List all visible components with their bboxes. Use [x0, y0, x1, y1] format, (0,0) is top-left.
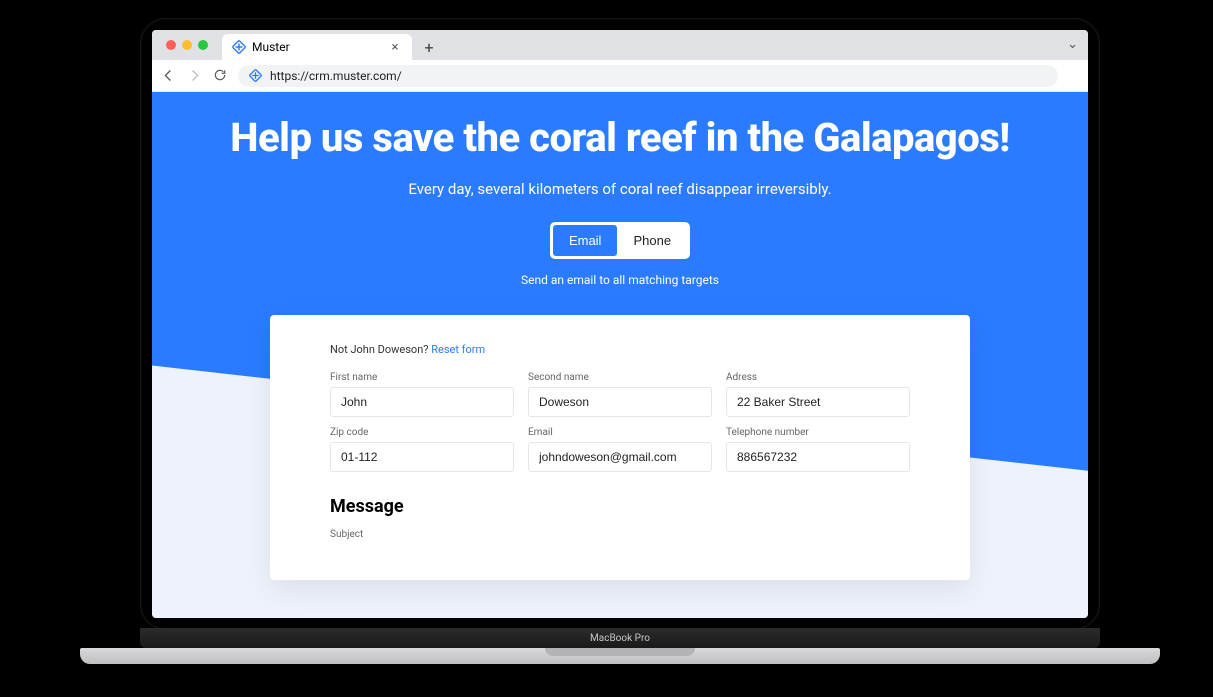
close-window-icon[interactable] — [166, 40, 176, 50]
contact-method-toggle: Email Phone — [550, 222, 690, 259]
window-controls — [160, 30, 214, 60]
input-second-name[interactable] — [528, 387, 712, 417]
field-second-name: Second name — [528, 372, 712, 417]
label-address: Adress — [726, 372, 910, 383]
site-identity-icon — [248, 69, 262, 83]
tabs-dropdown-icon[interactable]: ⌄ — [1067, 37, 1078, 52]
new-tab-button[interactable]: + — [418, 36, 440, 58]
back-button[interactable] — [160, 68, 176, 84]
laptop-base — [80, 648, 1160, 664]
reset-form-link[interactable]: Reset form — [431, 343, 485, 356]
input-address[interactable] — [726, 387, 910, 417]
input-email[interactable] — [528, 442, 712, 472]
message-heading: Message — [330, 496, 910, 517]
tab-email[interactable]: Email — [553, 225, 618, 256]
hero-section: Help us save the coral reef in the Galap… — [152, 92, 1088, 287]
hero-subtitle: Every day, several kilometers of coral r… — [152, 180, 1088, 198]
url-text: https://crm.muster.com/ — [270, 69, 402, 83]
label-first-name: First name — [330, 372, 514, 383]
field-phone: Telephone number — [726, 427, 910, 472]
input-phone[interactable] — [726, 442, 910, 472]
laptop-frame: Muster × + ⌄ — [140, 18, 1100, 630]
label-phone: Telephone number — [726, 427, 910, 438]
browser-tab-active[interactable]: Muster × — [222, 34, 412, 60]
page-viewport: Help us save the coral reef in the Galap… — [152, 92, 1088, 618]
field-first-name: First name — [330, 372, 514, 417]
input-first-name[interactable] — [330, 387, 514, 417]
maximize-window-icon[interactable] — [198, 40, 208, 50]
minimize-window-icon[interactable] — [182, 40, 192, 50]
label-second-name: Second name — [528, 372, 712, 383]
screen: Muster × + ⌄ — [152, 30, 1088, 618]
label-zip: Zip code — [330, 427, 514, 438]
field-address: Adress — [726, 372, 910, 417]
input-zip[interactable] — [330, 442, 514, 472]
reset-form-row: Not John Doweson? Reset form — [330, 343, 910, 356]
contact-form-card: Not John Doweson? Reset form First name … — [270, 315, 970, 580]
browser-tabbar: Muster × + ⌄ — [152, 30, 1088, 60]
reset-prefix: Not John Doweson? — [330, 343, 431, 356]
tab-phone[interactable]: Phone — [617, 225, 687, 256]
label-email: Email — [528, 427, 712, 438]
field-zip: Zip code — [330, 427, 514, 472]
field-email: Email — [528, 427, 712, 472]
device-label: MacBook Pro — [140, 628, 1100, 648]
device-label-text: MacBook Pro — [590, 633, 650, 644]
tab-close-icon[interactable]: × — [388, 40, 402, 55]
toggle-hint: Send an email to all matching targets — [152, 273, 1088, 287]
browser-toolbar: https://crm.muster.com/ — [152, 60, 1088, 92]
label-subject: Subject — [330, 529, 910, 540]
tab-favicon-icon — [232, 40, 246, 54]
tab-title: Muster — [252, 40, 290, 54]
hero-title: Help us save the coral reef in the Galap… — [152, 114, 1088, 162]
address-bar[interactable]: https://crm.muster.com/ — [238, 65, 1058, 87]
forward-button[interactable] — [186, 68, 202, 84]
reload-button[interactable] — [212, 68, 228, 84]
